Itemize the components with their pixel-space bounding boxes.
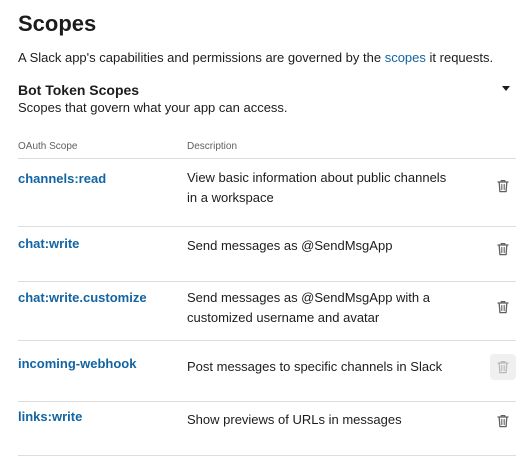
section-subtitle: Scopes that govern what your app can acc… (18, 100, 288, 115)
page-title: Scopes (18, 11, 97, 36)
trash-icon[interactable] (490, 408, 516, 434)
column-header-oauth-scope: OAuth Scope (18, 141, 78, 152)
scope-description: Post messages to specific channels in Sl… (187, 359, 443, 374)
column-header-description: Description (187, 141, 238, 152)
table-row: channels:read View basic information abo… (18, 159, 516, 227)
scope-name[interactable]: channels:read (18, 170, 106, 188)
scope-description: Show previews of URLs in messages (187, 412, 402, 427)
intro-text-after: it requests. (425, 50, 494, 65)
table-row: chat:write Send messages as @SendMsgApp (18, 227, 516, 282)
scope-name[interactable]: incoming-webhook (18, 355, 136, 373)
trash-icon[interactable] (490, 294, 516, 320)
trash-icon[interactable] (490, 173, 516, 199)
section-title: Bot Token Scopes (18, 82, 140, 98)
intro-text: A Slack app's capabilities and permissio… (18, 49, 518, 67)
scope-description: Send messages as @SendMsgApp (187, 238, 393, 253)
intro-text-before: A Slack app's capabilities and permissio… (18, 50, 385, 65)
scope-name[interactable]: chat:write (18, 235, 79, 253)
trash-icon[interactable] (490, 236, 516, 262)
trash-icon (490, 354, 516, 380)
table-row: incoming-webhook Post messages to specif… (18, 341, 516, 402)
scopes-link[interactable]: scopes (385, 50, 426, 65)
scope-description: Send messages as @SendMsgApp with a cust… (187, 290, 430, 325)
scope-name[interactable]: chat:write.customize (18, 289, 147, 307)
scope-name[interactable]: links:write (18, 408, 82, 426)
table-row: chat:write.customize Send messages as @S… (18, 282, 516, 341)
scope-description: View basic information about public chan… (187, 170, 447, 205)
caret-down-icon[interactable] (502, 86, 510, 91)
table-row: links:write Show previews of URLs in mes… (18, 402, 516, 456)
